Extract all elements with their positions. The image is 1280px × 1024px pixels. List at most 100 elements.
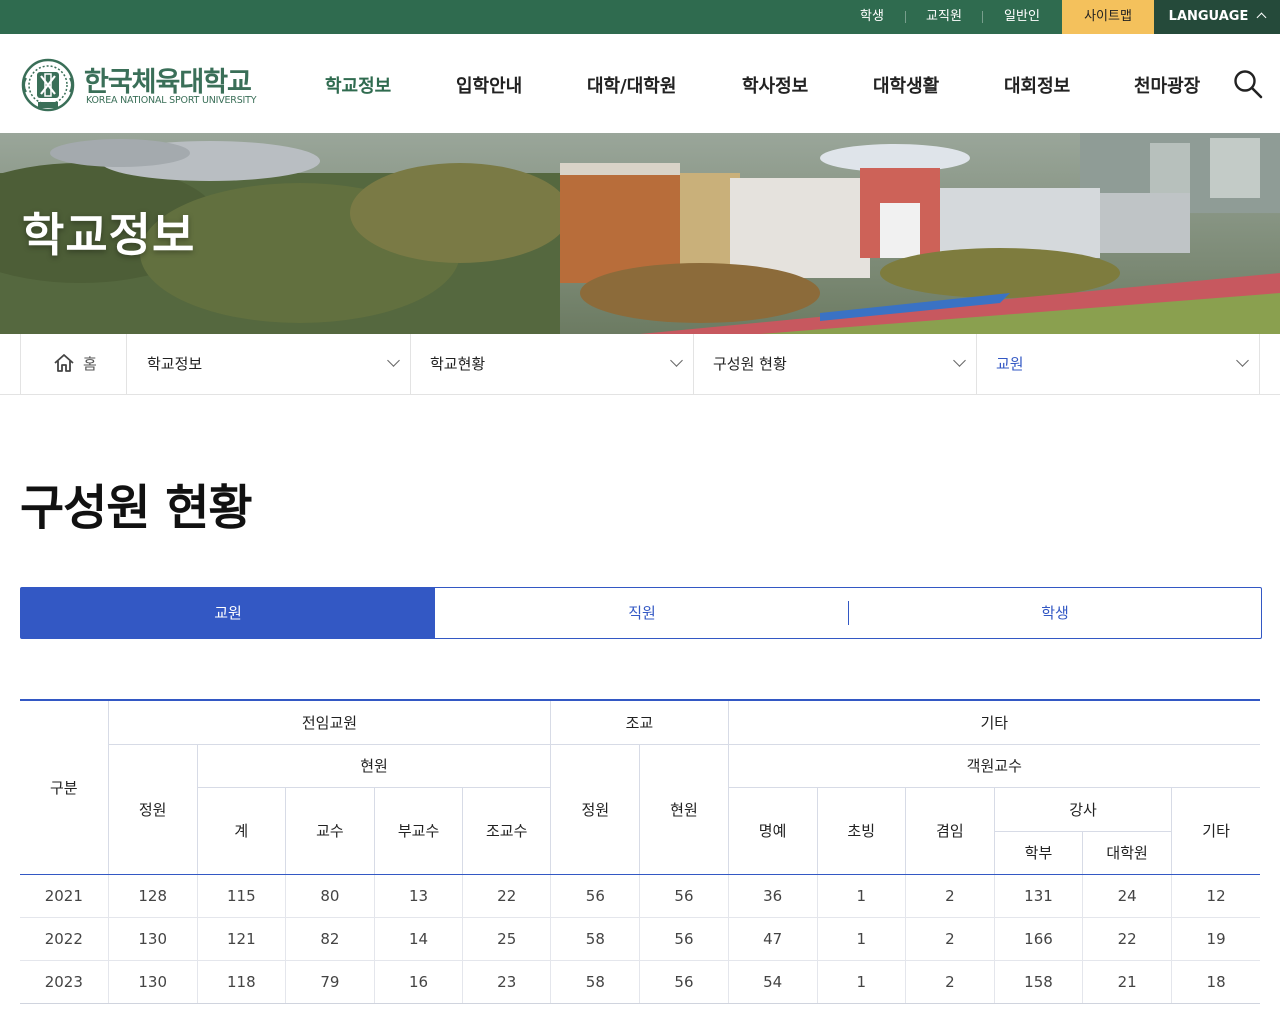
header-assistant-professor: 조교수 — [462, 787, 552, 875]
cell-value: 121 — [196, 917, 286, 961]
header-assistant: 조교 — [550, 700, 729, 745]
cell-value: 25 — [462, 917, 552, 961]
cell-value: 56 — [639, 874, 729, 918]
header-category: 구분 — [20, 700, 109, 875]
cell-year: 2023 — [20, 960, 109, 1004]
cell-year: 2021 — [20, 874, 109, 918]
gnb-college-graduate[interactable]: 대학/대학원 — [587, 72, 676, 98]
sitemap-button[interactable]: 사이트맵 — [1062, 0, 1154, 34]
breadcrumb: 홈 학교정보 학교현황 구성원 현황 교원 — [0, 334, 1280, 395]
cell-value: 36 — [727, 874, 818, 918]
cell-value: 23 — [462, 960, 552, 1004]
gnb-competition-info[interactable]: 대회정보 — [1004, 72, 1070, 98]
header-emeritus: 명예 — [727, 787, 818, 875]
header-associate-professor: 부교수 — [373, 787, 464, 875]
cell-value: 22 — [1082, 917, 1173, 961]
cell-year: 2022 — [20, 917, 109, 961]
cell-value: 131 — [993, 874, 1084, 918]
breadcrumb-depth1-label: 학교정보 — [147, 355, 203, 373]
breadcrumb-depth2[interactable]: 학교현황 — [410, 334, 694, 394]
banner-title: 학교정보 — [22, 208, 196, 262]
header-fulltime-current: 현원 — [196, 744, 552, 788]
search-icon[interactable] — [1232, 68, 1264, 100]
gnb-school-info[interactable]: 학교정보 — [325, 72, 391, 98]
cell-value: 56 — [639, 917, 729, 961]
chevron-down-icon — [670, 354, 683, 367]
utility-bar: 학생 교직원 일반인 사이트맵 LANGUAGE — [0, 0, 1280, 34]
cell-value: 1 — [816, 874, 906, 918]
cell-value: 79 — [284, 960, 376, 1004]
header: 한국체육대학교 KOREA NATIONAL SPORT UNIVERSITY … — [0, 34, 1280, 133]
gnb-academic-info[interactable]: 학사정보 — [742, 72, 808, 98]
cell-value: 47 — [727, 917, 818, 961]
header-other: 기타 — [727, 700, 1260, 745]
cell-value: 14 — [373, 917, 464, 961]
header-assistant-current: 현원 — [639, 744, 729, 875]
chevron-down-icon — [1236, 354, 1249, 367]
cell-value: 80 — [284, 874, 376, 918]
cell-value: 22 — [462, 874, 552, 918]
breadcrumb-home[interactable]: 홈 — [20, 334, 127, 394]
header-undergrad: 학부 — [994, 831, 1084, 875]
cell-value: 56 — [550, 874, 641, 918]
language-label: LANGUAGE — [1168, 9, 1249, 24]
header-assistant-quota: 정원 — [550, 744, 641, 875]
cell-value: 2 — [904, 874, 995, 918]
gnb-admissions[interactable]: 입학안내 — [456, 72, 522, 98]
hero-banner: 학교정보 — [0, 133, 1280, 334]
chevron-up-icon — [1256, 12, 1267, 23]
utility-separator — [982, 11, 983, 23]
header-visiting-professor: 객원교수 — [727, 744, 1260, 788]
cell-value: 166 — [993, 917, 1084, 961]
logo-name-english: KOREA NATIONAL SPORT UNIVERSITY — [86, 95, 257, 106]
breadcrumb-depth1[interactable]: 학교정보 — [127, 334, 411, 394]
gnb-campus-life[interactable]: 대학생활 — [873, 72, 939, 98]
cell-value: 118 — [196, 960, 286, 1004]
tab-staff[interactable]: 직원 — [435, 588, 849, 638]
utility-link-staff[interactable]: 교직원 — [912, 0, 976, 34]
faculty-stats-table: 구분 전임교원 조교 기타 정원 현원 정원 현원 객원교수 계 교수 부교수 … — [20, 699, 1260, 1004]
cell-value: 130 — [107, 917, 198, 961]
chevron-down-icon — [953, 354, 966, 367]
table-row: 2022 130 121 82 14 25 58 56 47 1 2 166 2… — [20, 917, 1260, 961]
home-icon — [54, 354, 74, 372]
header-fulltime-faculty: 전임교원 — [107, 700, 552, 745]
cell-value: 56 — [639, 960, 729, 1004]
cell-value: 1 — [816, 917, 906, 961]
table-row: 2023 130 118 79 16 23 58 56 54 1 2 158 2… — [20, 960, 1260, 1004]
cell-value: 54 — [727, 960, 818, 1004]
utility-link-public[interactable]: 일반인 — [990, 0, 1054, 34]
cell-value: 2 — [904, 960, 995, 1004]
header-professor: 교수 — [284, 787, 376, 875]
gnb-community[interactable]: 천마광장 — [1134, 72, 1200, 98]
logo[interactable]: 한국체육대학교 KOREA NATIONAL SPORT UNIVERSITY — [20, 58, 260, 112]
chevron-down-icon — [387, 354, 400, 367]
cell-value: 2 — [904, 917, 995, 961]
logo-name-korean: 한국체육대학교 — [84, 67, 252, 98]
header-invited: 초빙 — [816, 787, 906, 875]
table-row: 2021 128 115 80 13 22 56 56 36 1 2 131 2… — [20, 874, 1260, 918]
utility-separator — [905, 11, 906, 23]
breadcrumb-home-label: 홈 — [83, 355, 97, 373]
member-tabs: 교원 직원 학생 — [20, 587, 1262, 639]
cell-value: 130 — [107, 960, 198, 1004]
language-button[interactable]: LANGUAGE — [1154, 0, 1280, 34]
header-etc: 기타 — [1171, 787, 1260, 875]
tab-faculty[interactable]: 교원 — [21, 588, 435, 638]
university-emblem-icon — [21, 58, 75, 112]
cell-value: 158 — [993, 960, 1084, 1004]
cell-value: 58 — [550, 960, 641, 1004]
breadcrumb-depth3[interactable]: 구성원 현황 — [693, 334, 977, 394]
cell-value: 18 — [1171, 960, 1260, 1004]
header-graduate: 대학원 — [1082, 831, 1172, 875]
breadcrumb-depth4[interactable]: 교원 — [976, 334, 1260, 394]
cell-value: 13 — [373, 874, 464, 918]
header-lecturer: 강사 — [993, 787, 1173, 832]
cell-value: 12 — [1171, 874, 1260, 918]
breadcrumb-depth2-label: 학교현황 — [430, 355, 486, 373]
cell-value: 82 — [284, 917, 376, 961]
utility-link-student[interactable]: 학생 — [842, 0, 902, 34]
cell-value: 21 — [1082, 960, 1173, 1004]
tab-students[interactable]: 학생 — [849, 588, 1261, 638]
cell-value: 24 — [1082, 874, 1173, 918]
